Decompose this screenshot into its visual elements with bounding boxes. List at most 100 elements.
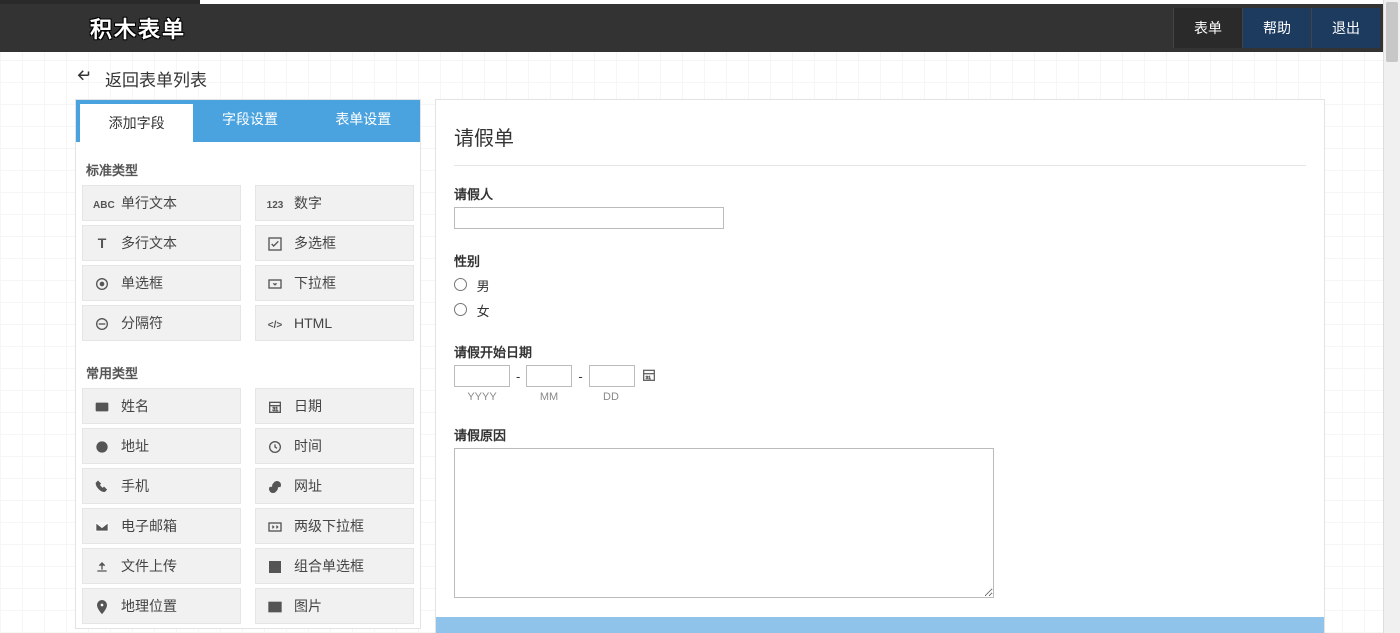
tab-form-settings[interactable]: 表单设置 xyxy=(307,100,420,142)
back-link-label: 返回表单列表 xyxy=(105,66,207,91)
svg-text:31: 31 xyxy=(272,407,278,413)
hint-month: MM xyxy=(526,391,572,403)
field-phone[interactable]: 手机 xyxy=(82,468,241,504)
link-icon xyxy=(266,477,284,494)
field-upload[interactable]: 文件上传 xyxy=(82,548,241,584)
text-abc-icon: ABC xyxy=(93,195,111,211)
field-html[interactable]: </> HTML xyxy=(255,305,414,341)
date-year-input[interactable] xyxy=(454,365,510,387)
form-title[interactable]: 请假单 xyxy=(454,122,1306,151)
gender-label: 性别 xyxy=(454,251,1306,270)
tab-add-field[interactable]: 添加字段 xyxy=(80,104,193,142)
paragraph-icon: T xyxy=(93,235,111,251)
checkbox-icon xyxy=(266,234,284,251)
date-month-input[interactable] xyxy=(526,365,572,387)
reason-label: 请假原因 xyxy=(454,425,1306,444)
field-label: 数字 xyxy=(294,193,322,213)
field-email[interactable]: 电子邮箱 xyxy=(82,508,241,544)
cascader-icon xyxy=(266,517,284,534)
field-cascader[interactable]: 两级下拉框 xyxy=(255,508,414,544)
field-label: 多选框 xyxy=(294,233,336,253)
field-label: 图片 xyxy=(294,596,322,616)
nav-forms[interactable]: 表单 xyxy=(1173,8,1242,48)
globe-icon xyxy=(93,437,111,454)
back-link[interactable]: 返回表单列表 xyxy=(75,66,1400,91)
field-label: 手机 xyxy=(121,476,149,496)
mail-icon xyxy=(93,517,111,534)
app-logo: 积木表单 xyxy=(90,12,186,44)
field-label: 文件上传 xyxy=(121,556,177,576)
field-dropdown[interactable]: 下拉框 xyxy=(255,265,414,301)
field-palette: 添加字段 字段设置 表单设置 标准类型 ABC 单行文本 123 数字 T xyxy=(75,99,421,629)
field-combo-radio[interactable]: 组合单选框 xyxy=(255,548,414,584)
group-common-title: 常用类型 xyxy=(86,363,414,382)
field-label: 单选框 xyxy=(121,273,163,293)
scrollbar-thumb[interactable] xyxy=(1386,2,1398,62)
field-label: 多行文本 xyxy=(121,233,177,253)
field-label: 地址 xyxy=(121,436,149,456)
hint-day: DD xyxy=(588,391,634,403)
applicant-input[interactable] xyxy=(454,207,724,229)
field-applicant[interactable]: 请假人 xyxy=(454,184,1306,229)
field-date[interactable]: 31 日期 xyxy=(255,388,414,424)
svg-text:31: 31 xyxy=(645,375,651,380)
field-label: HTML xyxy=(294,315,332,331)
field-label: 时间 xyxy=(294,436,322,456)
calendar-icon[interactable]: 31 xyxy=(641,367,657,386)
upload-icon xyxy=(93,557,111,574)
hint-year: YYYY xyxy=(454,391,510,403)
field-start-date[interactable]: 请假开始日期 - - 31 YYYY MM DD xyxy=(454,342,1306,403)
title-divider xyxy=(454,165,1306,166)
field-label: 下拉框 xyxy=(294,273,336,293)
field-image[interactable]: 图片 xyxy=(255,588,414,624)
field-radio[interactable]: 单选框 xyxy=(82,265,241,301)
date-day-input[interactable] xyxy=(589,365,635,387)
gender-female-radio[interactable] xyxy=(454,303,467,316)
field-geo[interactable]: 地理位置 xyxy=(82,588,241,624)
vertical-scrollbar[interactable] xyxy=(1383,0,1400,633)
gender-female-label: 女 xyxy=(477,304,490,319)
back-arrow-icon xyxy=(75,67,93,90)
field-time[interactable]: 时间 xyxy=(255,428,414,464)
id-card-icon xyxy=(93,397,111,414)
gender-male-label: 男 xyxy=(477,279,490,294)
applicant-label: 请假人 xyxy=(454,184,1306,203)
field-label: 姓名 xyxy=(121,396,149,416)
canvas-footer-bar xyxy=(436,617,1324,633)
field-label: 日期 xyxy=(294,396,322,416)
image-icon xyxy=(266,597,284,614)
field-label: 组合单选框 xyxy=(294,556,364,576)
reason-textarea[interactable] xyxy=(454,448,994,598)
field-name[interactable]: 姓名 xyxy=(82,388,241,424)
grid-icon xyxy=(266,557,284,574)
divider-icon xyxy=(93,314,111,331)
field-checkbox[interactable]: 多选框 xyxy=(255,225,414,261)
field-label: 电子邮箱 xyxy=(121,516,177,536)
field-label: 两级下拉框 xyxy=(294,516,364,536)
field-single-text[interactable]: ABC 单行文本 xyxy=(82,185,241,221)
calendar-icon: 31 xyxy=(266,397,284,414)
clock-icon xyxy=(266,437,284,454)
phone-icon xyxy=(93,477,111,494)
field-label: 地理位置 xyxy=(121,596,177,616)
field-multi-text[interactable]: T 多行文本 xyxy=(82,225,241,261)
field-divider[interactable]: 分隔符 xyxy=(82,305,241,341)
code-icon: </> xyxy=(266,315,284,331)
field-label: 单行文本 xyxy=(121,193,177,213)
tab-field-settings[interactable]: 字段设置 xyxy=(193,100,306,142)
location-pin-icon xyxy=(93,597,111,614)
app-header: 积木表单 表单 帮助 退出 xyxy=(0,4,1400,52)
nav-help[interactable]: 帮助 xyxy=(1242,8,1311,48)
field-address[interactable]: 地址 xyxy=(82,428,241,464)
dropdown-icon xyxy=(266,274,284,291)
field-reason[interactable]: 请假原因 xyxy=(454,425,1306,601)
field-number[interactable]: 123 数字 xyxy=(255,185,414,221)
radio-icon xyxy=(93,274,111,291)
field-gender[interactable]: 性别 男 女 xyxy=(454,251,1306,320)
field-url[interactable]: 网址 xyxy=(255,468,414,504)
gender-male-radio[interactable] xyxy=(454,278,467,291)
number-123-icon: 123 xyxy=(266,195,284,211)
nav-logout[interactable]: 退出 xyxy=(1311,8,1380,48)
field-label: 分隔符 xyxy=(121,313,163,333)
palette-tabs: 添加字段 字段设置 表单设置 xyxy=(76,100,420,142)
